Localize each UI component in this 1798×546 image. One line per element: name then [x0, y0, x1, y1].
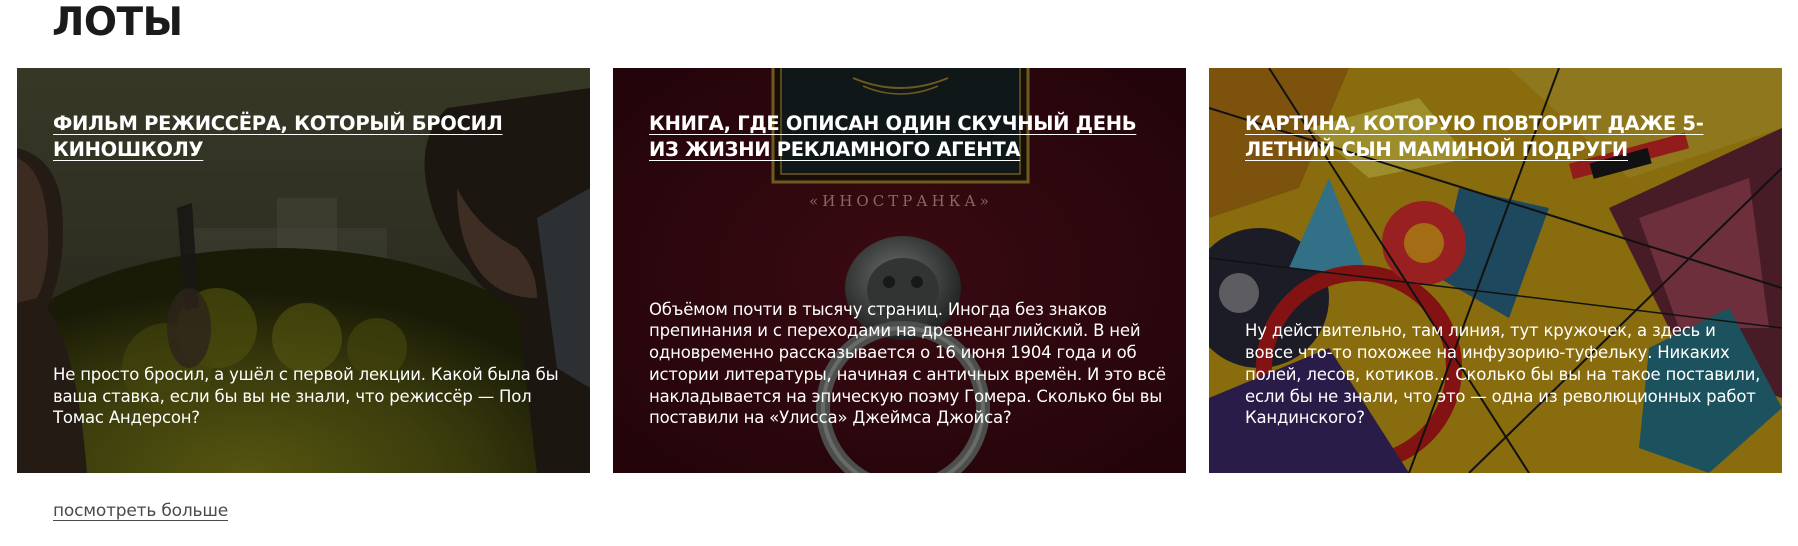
lots-grid: ФИЛЬМ РЕЖИССЁРА, КОТОРЫЙ БРОСИЛ КИНОШКОЛ… [17, 68, 1782, 473]
lot-description: Ну действительно, там линия, тут кружоче… [1245, 321, 1761, 428]
lot-title[interactable]: КНИГА, ГДЕ ОПИСАН ОДИН СКУЧНЫЙ ДЕНЬ ИЗ Ж… [649, 111, 1169, 163]
section-title: ЛОТЫ [52, 0, 183, 45]
book-cover-text: «ИНОСТРАНКА» [809, 192, 993, 210]
see-more-link[interactable]: посмотреть больше [53, 499, 228, 523]
lot-title[interactable]: КАРТИНА, КОТОРУЮ ПОВТОРИТ ДАЖЕ 5-ЛЕТНИЙ … [1245, 111, 1765, 163]
lot-card-film[interactable]: ФИЛЬМ РЕЖИССЁРА, КОТОРЫЙ БРОСИЛ КИНОШКОЛ… [17, 68, 590, 473]
lot-title[interactable]: ФИЛЬМ РЕЖИССЁРА, КОТОРЫЙ БРОСИЛ КИНОШКОЛ… [53, 111, 573, 163]
lot-card-painting[interactable]: КАРТИНА, КОТОРУЮ ПОВТОРИТ ДАЖЕ 5-ЛЕТНИЙ … [1209, 68, 1782, 473]
lot-card-book[interactable]: «ИНОСТРАНКА» КНИГА, ГДЕ ОПИСАН ОДИН СКУЧ… [613, 68, 1186, 473]
lot-description: Не просто бросил, а ушёл с первой лекции… [53, 364, 559, 428]
lot-description: Объёмом почти в тысячу страниц. Иногда б… [649, 299, 1166, 428]
